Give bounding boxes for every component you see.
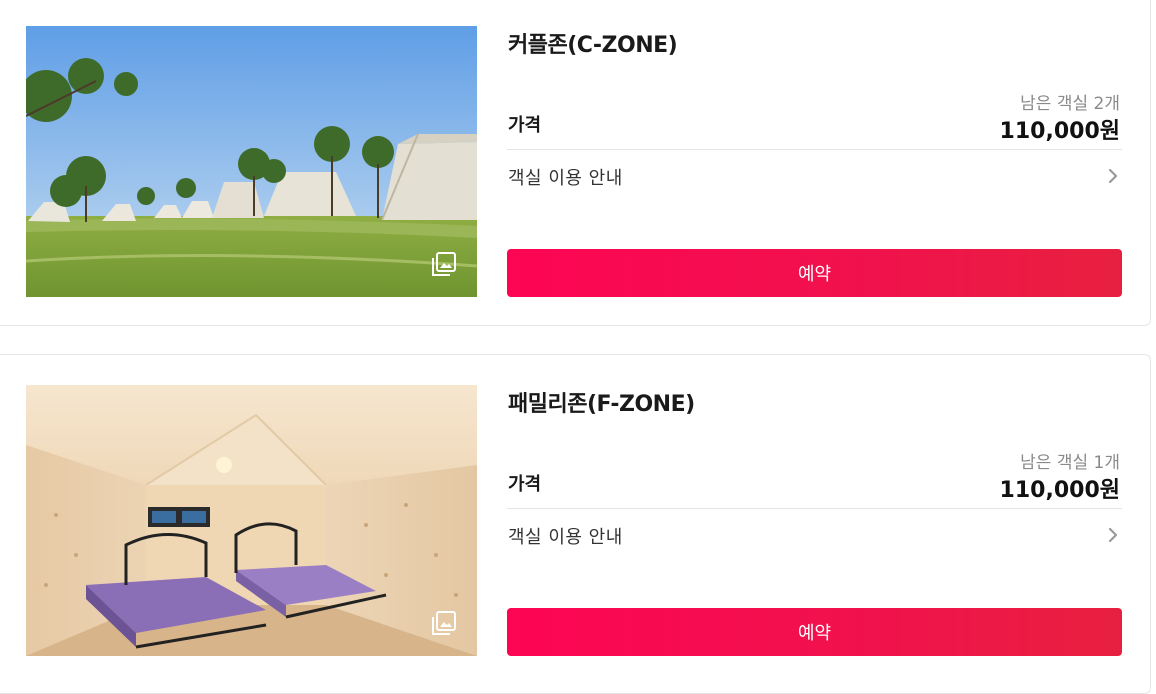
room-name: 커플존(C-ZONE) <box>508 33 678 58</box>
room-guide-label: 객실 이용 안내 <box>508 168 623 189</box>
remaining-rooms: 남은 객실 1개 <box>1020 453 1120 473</box>
room-card: 커플존(C-ZONE) 가격 남은 객실 2개 110,000원 객실 이용 안… <box>0 0 1151 326</box>
room-guide-link[interactable]: 객실 이용 안내 <box>507 509 1122 566</box>
reserve-button[interactable]: 예약 <box>507 608 1122 656</box>
reserve-button[interactable]: 예약 <box>507 249 1122 297</box>
price-row: 가격 남은 객실 2개 110,000원 <box>507 85 1122 150</box>
room-guide-link[interactable]: 객실 이용 안내 <box>507 150 1122 207</box>
chevron-right-icon <box>1108 168 1118 184</box>
price-label: 가격 <box>508 115 542 136</box>
room-price: 110,000원 <box>999 478 1120 503</box>
tent-bedroom-photo <box>26 385 477 656</box>
price-label: 가격 <box>508 474 542 495</box>
room-photo[interactable] <box>26 26 477 297</box>
glamping-tents-photo <box>26 26 477 297</box>
room-guide-label: 객실 이용 안내 <box>508 527 623 548</box>
gallery-icon[interactable] <box>431 610 457 636</box>
chevron-right-icon <box>1108 527 1118 543</box>
room-name: 패밀리존(F-ZONE) <box>508 392 695 417</box>
price-row: 가격 남은 객실 1개 110,000원 <box>507 444 1122 509</box>
room-card: 패밀리존(F-ZONE) 가격 남은 객실 1개 110,000원 객실 이용 … <box>0 354 1151 694</box>
room-price: 110,000원 <box>999 119 1120 144</box>
remaining-rooms: 남은 객실 2개 <box>1020 94 1120 114</box>
gallery-icon[interactable] <box>431 251 457 277</box>
room-photo[interactable] <box>26 385 477 656</box>
